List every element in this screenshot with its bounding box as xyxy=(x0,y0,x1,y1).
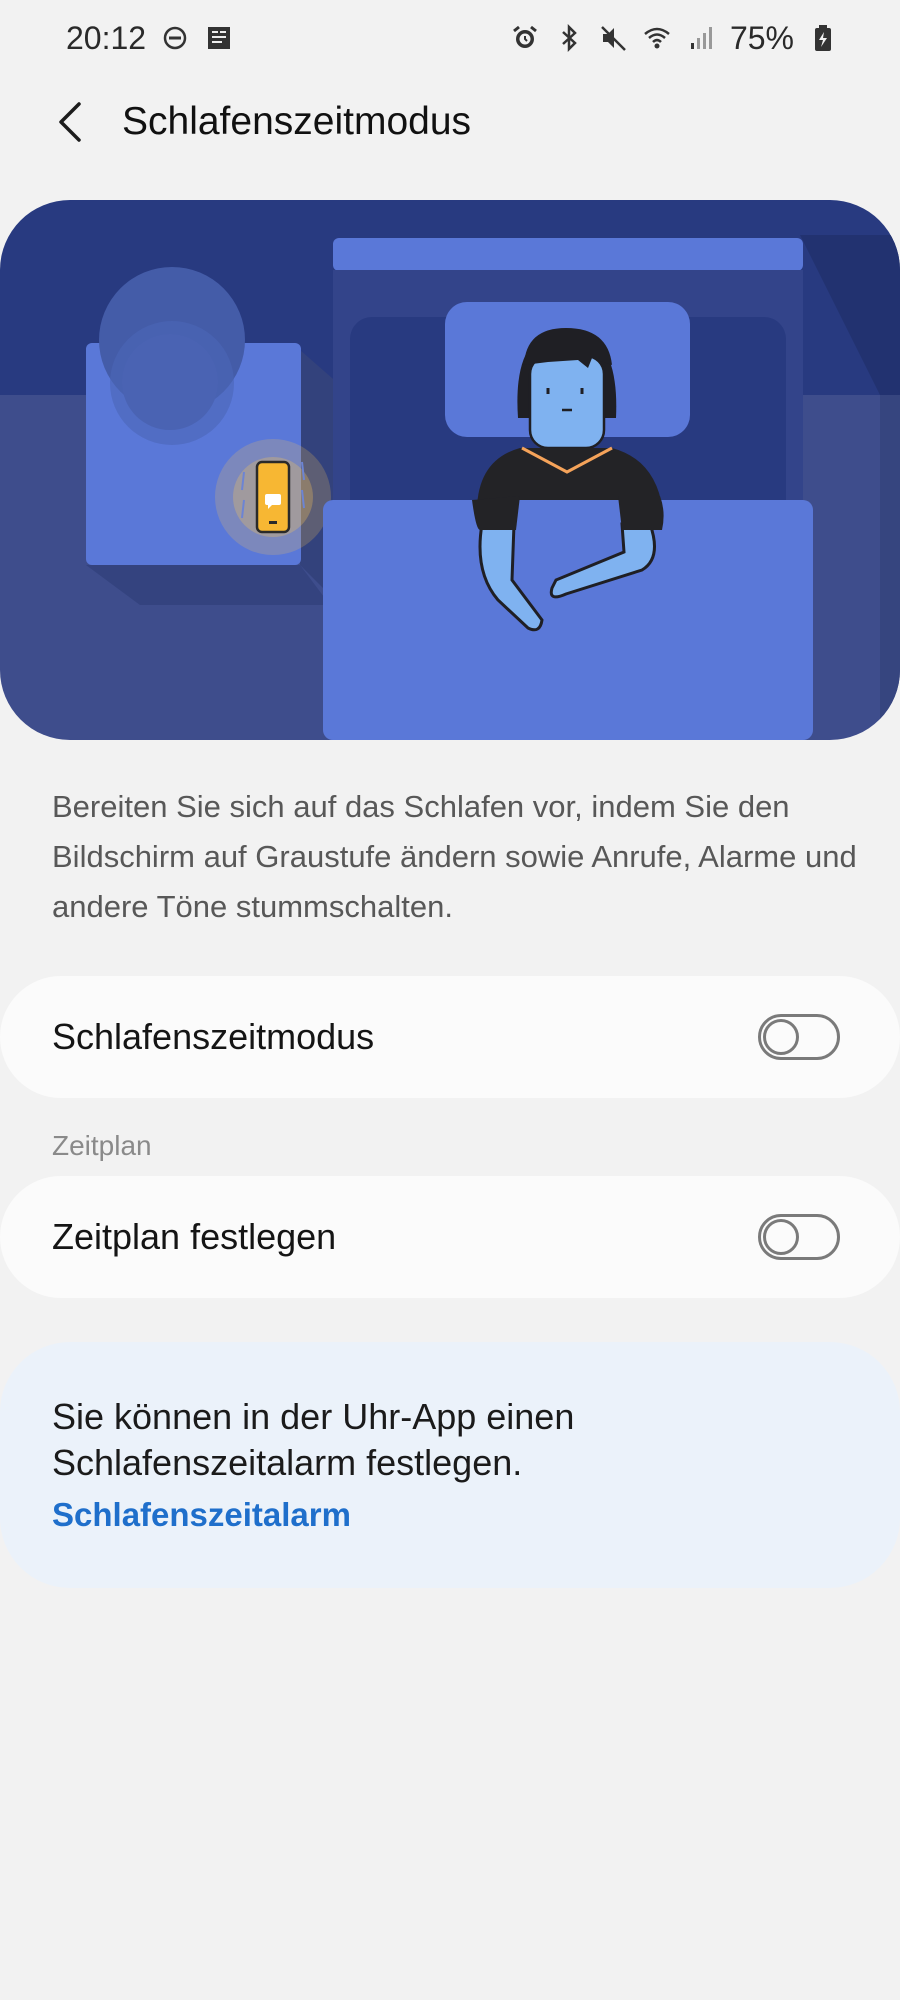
status-bar-right: 75% xyxy=(510,20,838,57)
alarm-icon xyxy=(510,23,540,53)
set-schedule-label: Zeitplan festlegen xyxy=(52,1216,337,1257)
toggle-knob xyxy=(763,1219,799,1255)
bedtime-mode-label: Schlafenszeitmodus xyxy=(52,1016,375,1057)
status-time: 20:12 xyxy=(66,19,147,56)
app-header: Schlafenszeitmodus xyxy=(0,86,900,158)
page-title: Schlafenszeitmodus xyxy=(122,100,472,143)
info-text: Sie können in der Uhr-App einen Schlafen… xyxy=(52,1396,575,1483)
hero-illustration xyxy=(0,200,900,740)
wifi-icon xyxy=(642,23,672,53)
status-bar-left: 20:12 xyxy=(66,20,234,57)
bluetooth-icon xyxy=(554,23,584,53)
description-text: Bereiten Sie sich auf das Schlafen vor, … xyxy=(52,789,857,924)
info-card: Sie können in der Uhr-App einen Schlafen… xyxy=(0,1342,900,1588)
battery-percent: 75% xyxy=(729,19,794,56)
do-not-disturb-icon xyxy=(160,23,190,53)
bedtime-mode-toggle[interactable] xyxy=(758,1014,840,1060)
battery-icon xyxy=(808,23,838,53)
signal-icon xyxy=(686,23,716,53)
blanket xyxy=(323,500,813,740)
toggle-knob xyxy=(763,1019,799,1055)
bedtime-alarm-link[interactable]: Schlafenszeitalarm xyxy=(52,1496,848,1534)
bedtime-mode-row[interactable]: Schlafenszeitmodus xyxy=(0,976,900,1098)
set-schedule-toggle[interactable] xyxy=(758,1214,840,1260)
notification-app-icon xyxy=(204,23,234,53)
set-schedule-row[interactable]: Zeitplan festlegen xyxy=(0,1176,900,1298)
mute-icon xyxy=(598,23,628,53)
bedtime-illustration xyxy=(0,200,900,740)
back-arrow-icon xyxy=(59,102,81,142)
back-button[interactable] xyxy=(40,92,100,152)
bed-headboard xyxy=(333,238,803,271)
screen: 20:12 75% Schlafenszeitmodus Bereiten Si… xyxy=(0,0,900,2000)
status-bar: 20:12 75% xyxy=(0,0,900,76)
schedule-section-title: Zeitplan xyxy=(52,1130,152,1161)
